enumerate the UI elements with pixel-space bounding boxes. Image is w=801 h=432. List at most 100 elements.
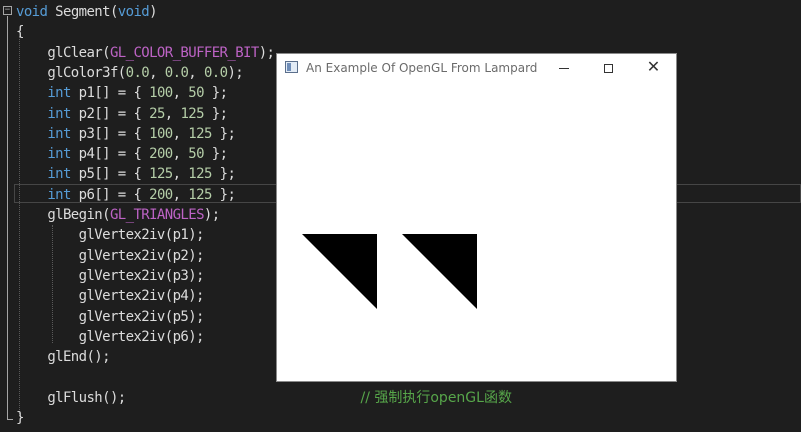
code-token: // 强制执行openGL函数	[360, 389, 512, 406]
code-token: glVertex2iv(p2);	[16, 247, 205, 264]
gl-render-surface	[302, 234, 477, 309]
gl-triangle-2	[402, 234, 477, 309]
code-token: glVertex2iv(p4);	[16, 288, 205, 305]
code-token: p5[] = {	[70, 166, 150, 183]
maximize-button[interactable]	[586, 54, 631, 82]
fold-toggle-icon[interactable]: −	[3, 6, 12, 15]
code-token: 100	[149, 125, 173, 142]
code-line[interactable]: glBegin(GL_TRIANGLES);	[16, 205, 220, 225]
code-token: glColor3f(	[16, 64, 126, 81]
code-line[interactable]: {	[16, 22, 24, 42]
code-token: };	[203, 146, 228, 163]
fold-line	[7, 16, 8, 420]
code-line[interactable]: int p2[] = { 25, 125 };	[16, 104, 228, 124]
code-token: int	[47, 105, 71, 122]
code-token: ,	[172, 186, 189, 203]
code-token: p3[] = {	[70, 125, 150, 142]
code-token: glVertex2iv(p6);	[16, 328, 205, 345]
code-token: 125	[180, 105, 204, 122]
code-line[interactable]: glColor3f(0.0, 0.0, 0.0);	[16, 63, 243, 83]
code-token: GL_COLOR_BUFFER_BIT	[109, 44, 259, 61]
code-line[interactable]: glClear(GL_COLOR_BUFFER_BIT);	[16, 43, 275, 63]
code-token: 125	[188, 186, 212, 203]
code-token: 125	[188, 166, 212, 183]
code-line[interactable]: glVertex2iv(p5);	[16, 307, 205, 327]
code-token: ,	[188, 64, 204, 81]
minimize-icon	[558, 67, 569, 69]
code-line[interactable]: }	[16, 408, 24, 428]
code-token: p2[] = {	[70, 105, 150, 122]
code-token: void	[117, 4, 150, 20]
code-token: };	[211, 125, 236, 142]
code-line[interactable]: int p1[] = { 100, 50 };	[16, 83, 228, 103]
code-token: glVertex2iv(p5);	[16, 308, 205, 325]
code-token: 200	[149, 186, 173, 203]
code-token: 0.0	[203, 64, 228, 81]
maximize-icon	[604, 63, 613, 73]
code-token: ,	[172, 146, 189, 163]
code-token: int	[47, 166, 71, 183]
code-line[interactable]: glVertex2iv(p1);	[16, 225, 205, 245]
code-line[interactable]: int p4[] = { 200, 50 };	[16, 144, 228, 164]
code-token: 125	[188, 125, 212, 142]
code-line[interactable]: glVertex2iv(p6);	[16, 327, 205, 347]
code-line[interactable]: glVertex2iv(p3);	[16, 266, 205, 286]
window-titlebar[interactable]: An Example Of OpenGL From Lampard ✕	[277, 54, 676, 84]
code-token: p4[] = {	[70, 146, 150, 163]
code-token: int	[47, 125, 71, 142]
code-token: }	[16, 410, 24, 426]
code-token: glEnd();	[16, 349, 110, 366]
code-token: 0.0	[125, 64, 150, 81]
code-token: int	[47, 146, 71, 163]
code-token: );	[258, 44, 275, 61]
code-token: );	[203, 207, 220, 223]
code-line[interactable]: int p3[] = { 100, 125 };	[16, 124, 236, 144]
opengl-window[interactable]: An Example Of OpenGL From Lampard ✕	[276, 53, 677, 382]
code-token: )	[149, 4, 157, 20]
code-token: ,	[164, 105, 181, 122]
code-line[interactable]: glEnd();	[16, 347, 110, 367]
code-token: glBegin(	[16, 207, 110, 223]
close-button[interactable]: ✕	[631, 54, 676, 82]
code-token: p1[] = {	[70, 85, 150, 102]
minimize-button[interactable]	[541, 54, 586, 82]
code-token: };	[203, 105, 228, 122]
gl-triangle-1	[302, 234, 377, 309]
code-line[interactable]: int p5[] = { 125, 125 };	[16, 164, 236, 184]
fold-end	[7, 419, 13, 420]
gl-canvas	[277, 84, 676, 381]
code-token: glClear(	[16, 44, 110, 61]
code-line[interactable]: void Segment(void)	[16, 2, 158, 22]
code-token: ,	[172, 85, 189, 102]
code-token: };	[211, 186, 236, 203]
code-token: glVertex2iv(p3);	[16, 267, 205, 284]
app-icon	[285, 61, 298, 73]
code-token: 50	[188, 146, 204, 163]
code-token: };	[203, 85, 228, 102]
code-token: glVertex2iv(p1);	[16, 227, 205, 244]
code-token: GL_TRIANGLES	[109, 207, 205, 223]
code-token: glFlush();	[16, 389, 126, 406]
code-line[interactable]: glVertex2iv(p2);	[16, 246, 205, 266]
code-token: 200	[149, 146, 173, 163]
code-token: {	[16, 24, 24, 41]
code-token: int	[47, 186, 71, 203]
code-line[interactable]: glFlush(); // 强制执行openGL函数	[16, 388, 512, 408]
code-token: ,	[149, 64, 165, 81]
code-token: int	[47, 85, 71, 102]
code-token: 0.0	[164, 64, 189, 81]
close-icon: ✕	[646, 57, 661, 76]
code-token: ,	[172, 166, 189, 183]
code-line[interactable]: int p6[] = { 200, 125 };	[16, 185, 236, 205]
code-token: 50	[188, 85, 204, 102]
code-token: 100	[149, 85, 173, 102]
code-token: };	[211, 166, 236, 183]
code-line[interactable]: glVertex2iv(p4);	[16, 286, 205, 306]
window-title: An Example Of OpenGL From Lampard	[306, 61, 538, 75]
